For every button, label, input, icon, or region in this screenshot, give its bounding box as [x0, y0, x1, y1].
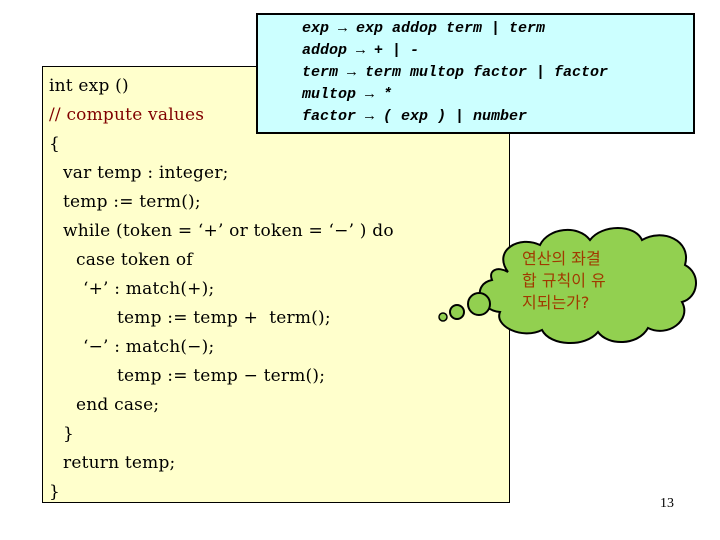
code-line: ‘−’ : match(−);: [83, 337, 215, 357]
code-line: case token of: [76, 250, 193, 270]
callout-line: 연산의 좌결: [522, 249, 601, 268]
thought-bubble-large: [467, 292, 491, 316]
code-line: temp := temp − term();: [117, 366, 326, 386]
thought-bubble-small: [438, 312, 448, 322]
grammar-rule: factor → ( exp ) | number: [302, 108, 528, 125]
grammar-rule: addop → + | -: [302, 42, 420, 59]
code-line: int exp (): [49, 76, 129, 96]
grammar-box: exp → exp addop term | term addop → + | …: [256, 13, 695, 134]
code-line: temp := temp + term();: [117, 308, 331, 328]
thought-bubble-medium: [449, 304, 465, 320]
grammar-rule: multop → *: [302, 86, 393, 103]
code-line: temp := term();: [63, 192, 201, 212]
callout-line: 합 규칙이 유: [522, 271, 606, 290]
code-line: ‘+’ : match(+);: [83, 279, 215, 299]
code-line: {: [49, 134, 61, 154]
code-comment: // compute values: [49, 105, 205, 125]
code-line: }: [49, 482, 61, 502]
code-line: end case;: [76, 395, 160, 415]
code-line: while (token = ‘+’ or token = ‘−’ ) do: [63, 221, 394, 241]
code-line: return temp;: [63, 453, 176, 473]
callout-line: 지되는가?: [522, 293, 590, 312]
code-line: }: [63, 424, 75, 444]
page-number: 13: [660, 496, 674, 511]
code-line: var temp : integer;: [63, 163, 229, 183]
grammar-rule: exp → exp addop term | term: [302, 20, 546, 37]
callout-text: 연산의 좌결 합 규칙이 유 지되는가?: [522, 248, 652, 314]
grammar-rule: term → term multop factor | factor: [302, 64, 609, 81]
